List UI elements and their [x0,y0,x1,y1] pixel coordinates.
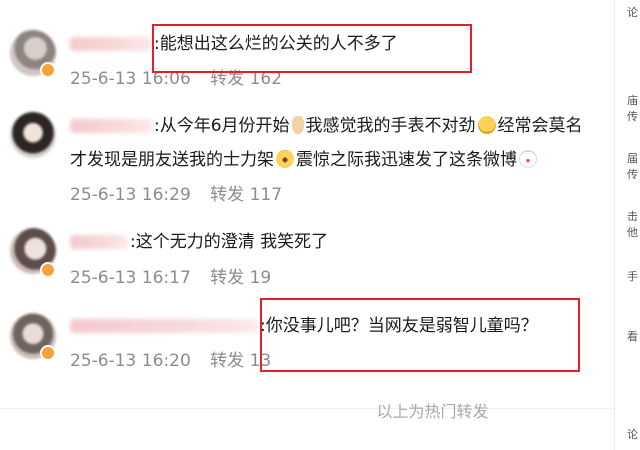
comment-body: :你没事儿吧？当网友是弱智儿童吗？ [260,316,538,336]
repost-button[interactable]: 转发 162 [210,69,282,89]
repost-feed: :能想出这么烂的公关的人不多了 25-6-13 16:06 转发 162 :从今… [0,0,615,450]
repost-button[interactable]: 转发 117 [210,185,282,205]
repost-count: 162 [249,69,283,89]
comment-body-line1c: 经常会莫名 [497,116,583,136]
comment-text: :这个无力的澄清 我笑死了 [70,228,328,257]
comment-date: 25-6-13 [70,69,137,89]
repost-count: 117 [249,185,283,205]
comment-body: :这个无力的澄清 我笑死了 [130,232,329,252]
comment-time: 16:17 [141,268,191,288]
comment-date: 25-6-13 [70,268,137,288]
comment-text: :能想出这么烂的公关的人不多了 [70,30,398,59]
comment-body-line1b: 我感觉我的手表不对劲 [305,116,476,136]
side-rail-text: 击 [627,210,638,223]
side-rail-text: 届 [627,152,638,165]
vip-badge-icon [40,62,56,78]
redacted-username[interactable] [70,37,152,51]
comment-text: :你没事儿吧？当网友是弱智儿童吗？ [70,312,538,341]
hand-emoji-icon [291,116,304,134]
side-rail-text: 他 [627,226,638,239]
avatar[interactable] [10,112,56,158]
angry-emoji-icon [477,116,496,134]
shocked-emoji-icon [276,150,294,168]
redacted-username[interactable] [70,119,152,133]
comment-text: :从今年6月份开始 我感觉我的手表不对劲 经常会莫名 [70,112,583,141]
comment-body-line1a: :从今年6月份开始 [154,116,290,136]
clown-emoji-icon [519,150,537,168]
side-rail-text: 论 [627,428,638,441]
side-rail: 论 庙 传 届 传 击 他 手 看 论 [614,0,640,450]
comment-text-line2: 才发现是朋友送我的士力架 震惊之际我迅速发了这条微博 [70,146,539,175]
repost-count: 19 [249,268,272,288]
repost-button[interactable]: 转发 19 [210,268,271,288]
comment-time: 16:06 [141,69,191,89]
side-rail-text: 看 [627,330,638,343]
redacted-username[interactable] [70,235,128,249]
comment-date: 25-6-13 [70,185,137,205]
comment-date: 25-6-13 [70,351,137,371]
comment-meta: 25-6-13 16:17 转发 19 [70,263,271,288]
comment-meta: 25-6-13 16:29 转发 117 [70,180,282,205]
vip-badge-icon [40,345,56,361]
hot-reposts-footer: 以上为热门转发 [376,402,489,421]
side-rail-text: 庙 [627,94,638,107]
side-rail-text: 论 [627,6,638,19]
comment-body-line2b: 震惊之际我迅速发了这条微博 [296,150,517,170]
comment-body: :能想出这么烂的公关的人不多了 [154,34,398,54]
vip-badge-icon [40,262,56,278]
repost-button[interactable]: 转发 13 [210,351,271,371]
side-rail-text: 手 [627,270,638,283]
comment-time: 16:29 [141,185,191,205]
comment-body-line2a: 才发现是朋友送我的士力架 [70,150,274,170]
comment-time: 16:20 [141,351,191,371]
comment-meta: 25-6-13 16:20 转发 13 [70,346,271,371]
comment-meta: 25-6-13 16:06 转发 162 [70,64,282,89]
side-rail-text: 传 [627,110,638,123]
repost-count: 13 [249,351,272,371]
redacted-username[interactable] [70,319,258,333]
side-rail-text: 传 [627,168,638,181]
